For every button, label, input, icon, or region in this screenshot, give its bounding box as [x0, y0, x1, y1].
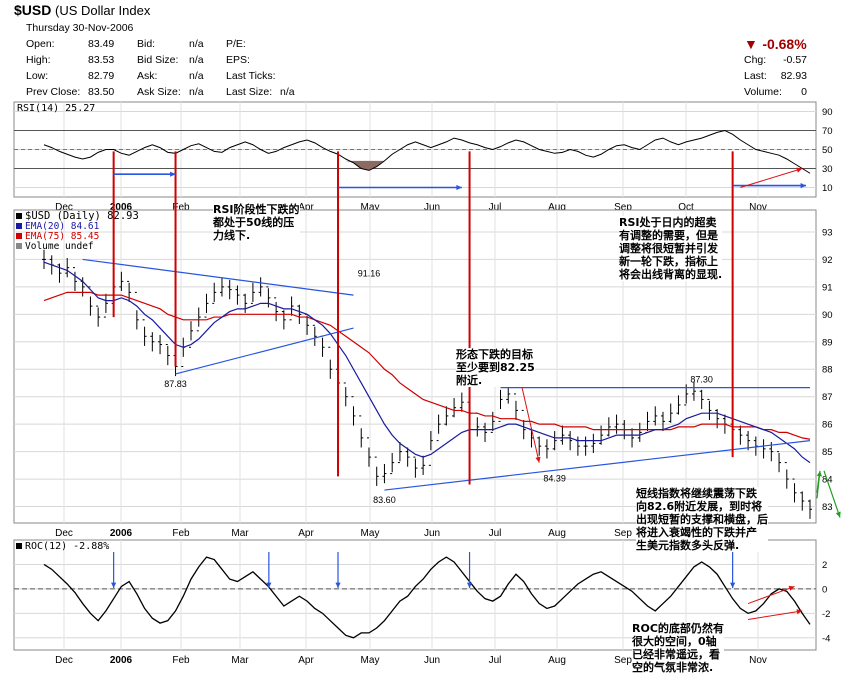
- y-tick-label: 87: [822, 392, 833, 403]
- legend-swatch: [16, 223, 22, 229]
- x-tick-label: May: [361, 655, 380, 666]
- rsi-title: RSI(14) 25.27: [17, 103, 95, 114]
- annotation-pattern-target: 形态下跌的目标 至少要到82.25 附近.: [456, 348, 535, 387]
- x-tick-label: Sep: [614, 655, 632, 666]
- x-tick-label: 2006: [110, 655, 133, 666]
- price-label: 91.16: [358, 268, 381, 278]
- price-label: 84.39: [543, 473, 566, 483]
- x-tick-label: Dec: [55, 655, 73, 666]
- forecast-arrow-down-head: [835, 511, 841, 518]
- y-tick-label: 30: [822, 164, 833, 175]
- y-tick-label: 86: [822, 420, 833, 431]
- annotation-rsi-oversold: RSI处于日内的超卖 有调整的需要，但是 调整将很短暂并引发 新一轮下跌，指标上 将会出…: [619, 216, 723, 281]
- y-tick-label: 92: [822, 255, 833, 266]
- y-tick-label: 85: [822, 447, 833, 458]
- legend-swatch: [16, 213, 22, 219]
- x-tick-label: Mar: [231, 528, 249, 539]
- x-tick-label: May: [361, 528, 380, 539]
- y-tick-label: 0: [822, 584, 827, 595]
- x-tick-label: Aug: [548, 655, 566, 666]
- y-tick-label: 89: [822, 337, 833, 348]
- price-label: 83.60: [373, 495, 396, 505]
- annotation-short-term: 短线指数将继续震荡下跌 向82.6附近发展，到时将 出现短暂的支撑和横盘，后 将进入衰…: [636, 487, 768, 552]
- y-tick-label: -4: [822, 633, 830, 644]
- x-tick-label: Apr: [298, 655, 314, 666]
- x-tick-label: Dec: [55, 528, 73, 539]
- chart-svg: 10 30 50 70 90 Dec 2006 Feb Mar Apr May Jun Jul Aug Se…: [13, 101, 841, 666]
- price-label: 87.30: [690, 374, 713, 384]
- y-tick-label: 91: [822, 282, 833, 293]
- y-tick-label: 10: [822, 183, 833, 194]
- y-tick-label: 90: [822, 107, 833, 118]
- y-tick-label: 83: [822, 502, 833, 513]
- x-tick-label: Aug: [548, 528, 566, 539]
- x-tick-label: Feb: [172, 655, 190, 666]
- annotation-roc: ROC的底部仍然有 很大的空间，0轴 已经非常遥远，看 空的气氛非常浓.: [632, 622, 724, 674]
- x-tick-label: Sep: [614, 528, 632, 539]
- price-label: 87.83: [164, 379, 187, 389]
- x-tick-label: 2006: [110, 528, 133, 539]
- x-tick-label: Apr: [298, 528, 314, 539]
- x-tick-label: Jun: [424, 655, 440, 666]
- annotation-rsi-50: RSI阶段性下跌的 都处于50线的压 力线下.: [213, 203, 300, 242]
- x-tick-label: Jun: [424, 528, 440, 539]
- x-tick-label: Nov: [749, 655, 767, 666]
- legend-entry: Volume undef: [25, 241, 94, 252]
- roc-title: ROC(12) -2.88%: [25, 541, 109, 552]
- legend-swatch: [16, 233, 22, 239]
- y-tick-label: 2: [822, 560, 827, 571]
- x-tick-label: Jul: [489, 528, 502, 539]
- y-tick-label: 50: [822, 145, 833, 156]
- x-tick-label: Mar: [231, 655, 249, 666]
- y-tick-label: -2: [822, 609, 830, 620]
- x-tick-label: Jul: [489, 655, 502, 666]
- y-tick-label: 93: [822, 227, 833, 238]
- legend-swatch: [16, 243, 22, 249]
- y-tick-label: 88: [822, 365, 833, 376]
- y-tick-label: 90: [822, 310, 833, 321]
- legend-swatch: [16, 543, 22, 549]
- x-tick-label: Feb: [172, 528, 190, 539]
- y-tick-label: 70: [822, 126, 833, 137]
